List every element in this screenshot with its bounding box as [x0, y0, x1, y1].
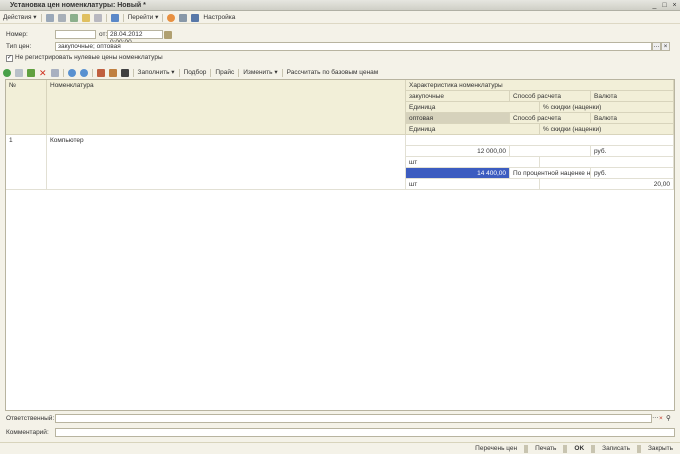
price-type-label: Тип цен: [6, 43, 32, 50]
comment-label: Комментарий: [6, 429, 49, 436]
number-label: Номер: [6, 31, 28, 38]
price-list-report-button[interactable]: Перечень цен [473, 445, 519, 452]
sort-desc-icon[interactable] [108, 69, 117, 77]
table-icon[interactable] [179, 13, 188, 22]
print-button[interactable]: Печать [533, 445, 558, 452]
row-currency-1[interactable]: руб. [591, 146, 674, 157]
prices-table[interactable]: № Номенклатура Характеристика номенклату… [5, 79, 675, 411]
post-icon[interactable] [93, 13, 102, 22]
fill-menu[interactable]: Заполнить ▾ [138, 68, 175, 78]
header-currency-1[interactable]: Валюта [591, 91, 674, 102]
sort-asc-icon[interactable] [96, 69, 105, 77]
columns-icon[interactable] [191, 13, 200, 22]
responsible-input[interactable] [55, 414, 652, 423]
edit-icon[interactable] [27, 69, 35, 77]
save-button[interactable]: Записать [600, 445, 632, 452]
pick-button[interactable]: Подбор [184, 68, 207, 78]
ok-button[interactable]: OK [572, 445, 586, 452]
barcode-icon[interactable] [120, 69, 129, 77]
header-discount-2[interactable]: % скидки (наценки) [540, 124, 674, 135]
row-method-1[interactable] [510, 146, 591, 157]
row-price-2[interactable]: 14 400,00 [406, 168, 510, 179]
move-down-icon[interactable] [79, 69, 88, 77]
refresh-icon[interactable] [69, 13, 78, 22]
header-item[interactable]: Номенклатура [47, 80, 406, 135]
row-price-1[interactable]: 12 000,00 [406, 146, 510, 157]
delete-icon[interactable]: ✕ [39, 69, 47, 78]
row-unit-2[interactable]: шт [406, 179, 540, 190]
header-unit-2[interactable]: Единица [406, 124, 540, 135]
header-currency-2[interactable]: Валюта [591, 113, 674, 124]
row-characteristic[interactable] [406, 135, 674, 146]
date-input[interactable]: 28.04.2012 0:00:00 [107, 30, 163, 46]
close-form-button[interactable]: Закрыть [646, 445, 675, 452]
no-zero-prices-label: Не регистрировать нулевые цены номенклат… [15, 54, 163, 61]
responsible-label: Ответственный: [6, 415, 55, 422]
price-type-input[interactable]: закупочные; оптовая [55, 42, 652, 51]
row-method-2[interactable]: По процентной наценке на... [510, 168, 591, 179]
settings-button[interactable]: Настройка [203, 13, 235, 23]
clear-icon[interactable]: × [661, 42, 670, 51]
header-discount-1[interactable]: % скидки (наценки) [540, 102, 674, 113]
change-menu[interactable]: Изменить ▾ [243, 68, 277, 78]
close-button[interactable]: × [670, 1, 679, 10]
goto-menu[interactable]: Перейти ▾ [128, 13, 159, 23]
search-icon[interactable]: ⚲ [666, 414, 673, 423]
number-input[interactable] [55, 30, 96, 39]
row-unit-1[interactable]: шт [406, 157, 540, 168]
header-unit-1[interactable]: Единица [406, 102, 540, 113]
header-price-type-2[interactable]: оптовая [406, 113, 510, 124]
comment-input[interactable] [55, 428, 675, 437]
calc-base-prices-button[interactable]: Рассчитать по базовым ценам [287, 68, 379, 78]
row-currency-2[interactable]: руб. [591, 168, 674, 179]
row-discount-1[interactable] [540, 157, 674, 168]
save-icon[interactable] [45, 13, 54, 22]
bottom-bar: Перечень цен Печать OK Записать Закрыть [0, 442, 680, 454]
add-icon[interactable] [3, 69, 11, 77]
select-button[interactable]: … [652, 42, 661, 51]
row-discount-2[interactable]: 20,00 [540, 179, 674, 190]
table-toolbar: ✕ Заполнить ▾ Подбор Прайс Изменить ▾ Ра… [0, 67, 680, 79]
row-item[interactable]: Компьютер [47, 135, 406, 190]
copy-icon[interactable] [81, 13, 90, 22]
main-toolbar: Действия ▾ Перейти ▾ Настройка [0, 12, 680, 24]
header-method-1[interactable]: Способ расчета [510, 91, 591, 102]
copy-row-icon[interactable] [15, 69, 23, 77]
maximize-button[interactable]: □ [660, 1, 669, 10]
header-num[interactable]: № [6, 80, 47, 135]
no-zero-prices-checkbox[interactable]: ✓ [6, 55, 13, 62]
list-icon[interactable] [57, 13, 66, 22]
minimize-button[interactable]: _ [650, 1, 659, 10]
structure-icon[interactable] [110, 13, 119, 22]
header-method-2[interactable]: Способ расчета [510, 113, 591, 124]
move-up-icon[interactable] [67, 69, 76, 77]
calendar-icon[interactable] [164, 31, 172, 39]
help-icon[interactable] [167, 13, 176, 22]
price-list-button[interactable]: Прайс [215, 68, 234, 78]
row-num[interactable]: 1 [6, 135, 47, 190]
header-price-type-1[interactable]: закупочные [406, 91, 510, 102]
end-edit-icon[interactable] [50, 69, 59, 77]
header-characteristic[interactable]: Характеристика номенклатуры [406, 80, 674, 91]
window-title: Установка цен номенклатуры: Новый * [0, 0, 680, 11]
select-button[interactable]: … [652, 413, 659, 420]
clear-icon[interactable]: × [659, 414, 666, 423]
actions-menu[interactable]: Действия ▾ [3, 13, 37, 23]
